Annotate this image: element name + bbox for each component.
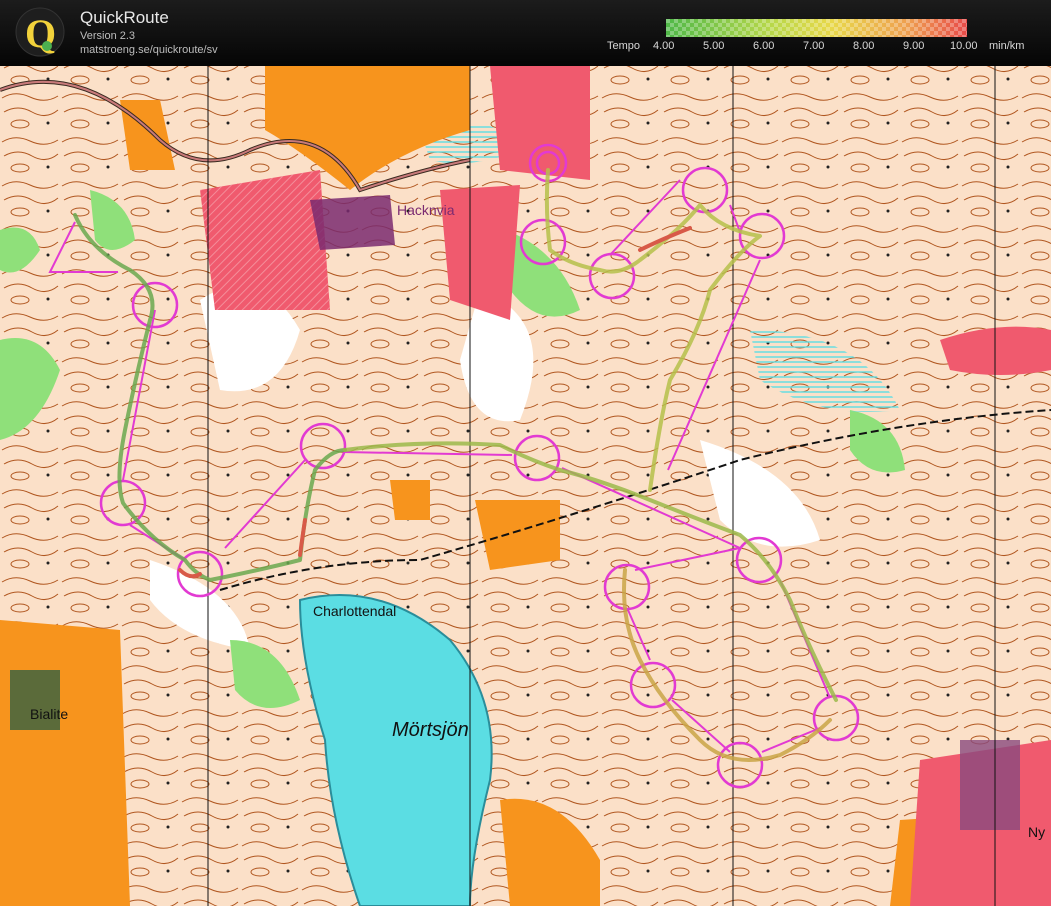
app-url[interactable]: matstroeng.se/quickroute/sv: [80, 44, 218, 56]
private-area: [490, 66, 590, 180]
building-area: [310, 195, 395, 250]
quickroute-logo-icon: Q: [15, 7, 65, 57]
app-version: Version 2.3: [80, 30, 136, 42]
orienteering-map[interactable]: Hacknvia Charlottendal Mörtsjön Bialite …: [0, 66, 1051, 906]
place-name-mortsjon: Mörtsjön: [392, 719, 469, 741]
tempo-tick-4: 8.00: [853, 40, 875, 52]
place-name-charlottendal: Charlottendal: [313, 603, 397, 619]
svg-text:Q: Q: [25, 11, 56, 56]
app-header: Q QuickRoute Version 2.3 matstroeng.se/q…: [0, 0, 1051, 66]
place-name-ny: Ny: [1028, 824, 1046, 840]
orange-field: [0, 620, 130, 906]
app-title: QuickRoute: [80, 8, 169, 27]
place-name-hacknvia: Hacknvia: [397, 202, 455, 218]
tempo-tick-6: 10.00: [950, 40, 978, 52]
tempo-gradient-bar: [666, 19, 967, 37]
tempo-unit: min/km: [989, 40, 1025, 52]
map-canvas: [0, 66, 1051, 906]
tempo-tick-3: 7.00: [803, 40, 825, 52]
tempo-tick-1: 5.00: [703, 40, 725, 52]
orange-field: [475, 500, 560, 570]
tempo-tick-0: 4.00: [653, 40, 675, 52]
building-area: [960, 740, 1020, 830]
orange-field: [390, 480, 430, 520]
tempo-tick-5: 9.00: [903, 40, 925, 52]
tempo-label: Tempo: [607, 40, 641, 52]
private-hatch: [200, 170, 330, 310]
place-name-bialite: Bialite: [30, 706, 69, 722]
tempo-tick-2: 6.00: [753, 40, 775, 52]
contour-texture: [0, 66, 1051, 906]
